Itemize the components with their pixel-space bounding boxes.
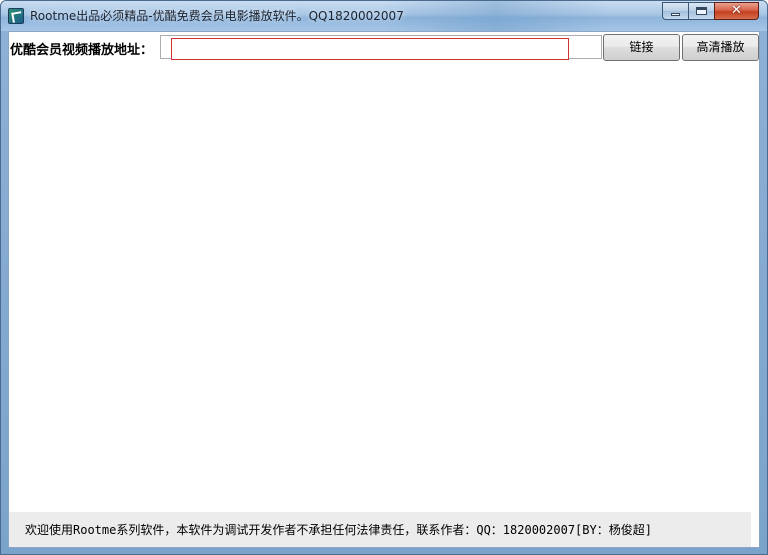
caption-buttons: ✕ — [662, 2, 759, 21]
maximize-button[interactable] — [688, 2, 714, 20]
video-player-area[interactable] — [9, 62, 759, 512]
maximize-icon — [696, 7, 707, 15]
app-logo-icon[interactable] — [8, 8, 24, 24]
hd-play-button[interactable]: 高清播放 — [682, 34, 759, 61]
minimize-button[interactable] — [662, 2, 688, 20]
url-input[interactable] — [171, 38, 569, 60]
url-input-frame[interactable] — [160, 35, 602, 60]
close-button[interactable]: ✕ — [714, 2, 759, 20]
url-toolbar: 优酷会员视频播放地址： 链接 高清播放 — [9, 32, 759, 62]
status-message: 欢迎使用Rootme系列软件，本软件为调试开发作者不承担任何法律责任，联系作者：… — [25, 523, 652, 537]
title-bar[interactable]: Rootme出品必须精品-优酷免费会员电影播放软件。QQ1820002007 ✕ — [1, 1, 767, 31]
minimize-icon — [671, 13, 680, 16]
status-bar: 欢迎使用Rootme系列软件，本软件为调试开发作者不承担任何法律责任，联系作者：… — [9, 512, 751, 547]
close-icon: ✕ — [731, 3, 742, 18]
url-label: 优酷会员视频播放地址： — [10, 43, 154, 58]
title-bar-sheen — [381, 1, 611, 31]
main-window: Rootme出品必须精品-优酷免费会员电影播放软件。QQ1820002007 ✕… — [0, 0, 768, 555]
window-title: Rootme出品必须精品-优酷免费会员电影播放软件。QQ1820002007 — [30, 9, 404, 23]
link-button[interactable]: 链接 — [603, 34, 680, 61]
client-area: 优酷会员视频播放地址： 链接 高清播放 欢迎使用Rootme系列软件，本软件为调… — [8, 31, 760, 548]
